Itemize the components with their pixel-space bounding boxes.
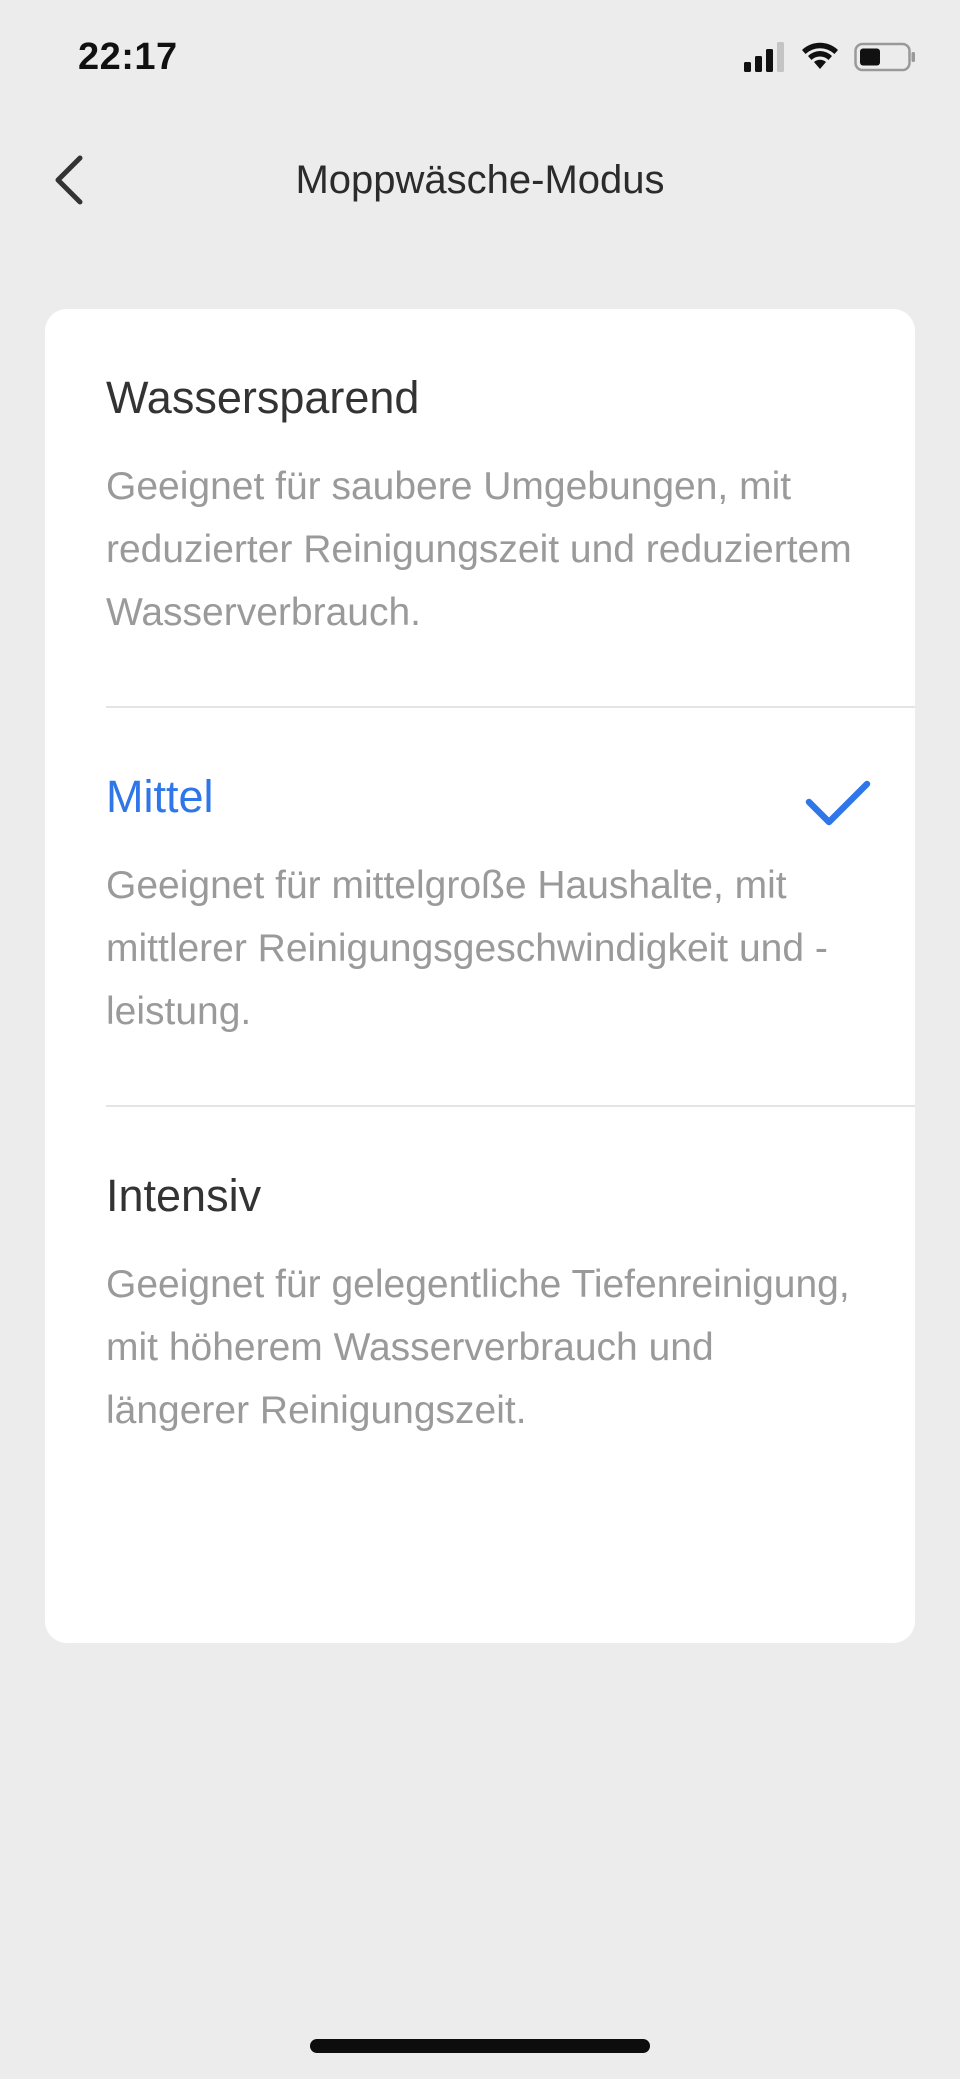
option-description: Geeignet für gelegentliche Tiefenreinigu… — [106, 1263, 850, 1432]
checkmark-icon — [805, 780, 871, 826]
signal-icon — [744, 42, 784, 72]
option-wassersparend[interactable]: Wassersparend Geeignet für saubere Umgeb… — [45, 309, 915, 706]
option-description: Geeignet für saubere Umgebungen, mit red… — [106, 465, 852, 634]
option-title: Mittel — [106, 771, 214, 822]
battery-icon — [854, 42, 915, 72]
status-time: 22:17 — [78, 36, 178, 78]
navigation-header: Moppwäsche-Modus — [0, 130, 960, 230]
wifi-icon — [802, 42, 838, 69]
option-title: Wassersparend — [106, 372, 420, 423]
option-description: Geeignet für mittelgroße Haushalte, mit … — [106, 864, 828, 1033]
option-mittel[interactable]: Mittel Geeignet für mittelgroße Haushalt… — [45, 708, 915, 1105]
option-intensiv[interactable]: Intensiv Geeignet für gelegentliche Tief… — [45, 1107, 915, 1504]
status-bar: 22:17 — [0, 0, 960, 120]
mop-wash-mode-card: Wassersparend Geeignet für saubere Umgeb… — [45, 309, 915, 1643]
page-title: Moppwäsche-Modus — [295, 158, 665, 202]
option-title: Intensiv — [106, 1170, 262, 1221]
home-indicator[interactable] — [310, 2039, 650, 2053]
status-icons — [744, 42, 916, 72]
